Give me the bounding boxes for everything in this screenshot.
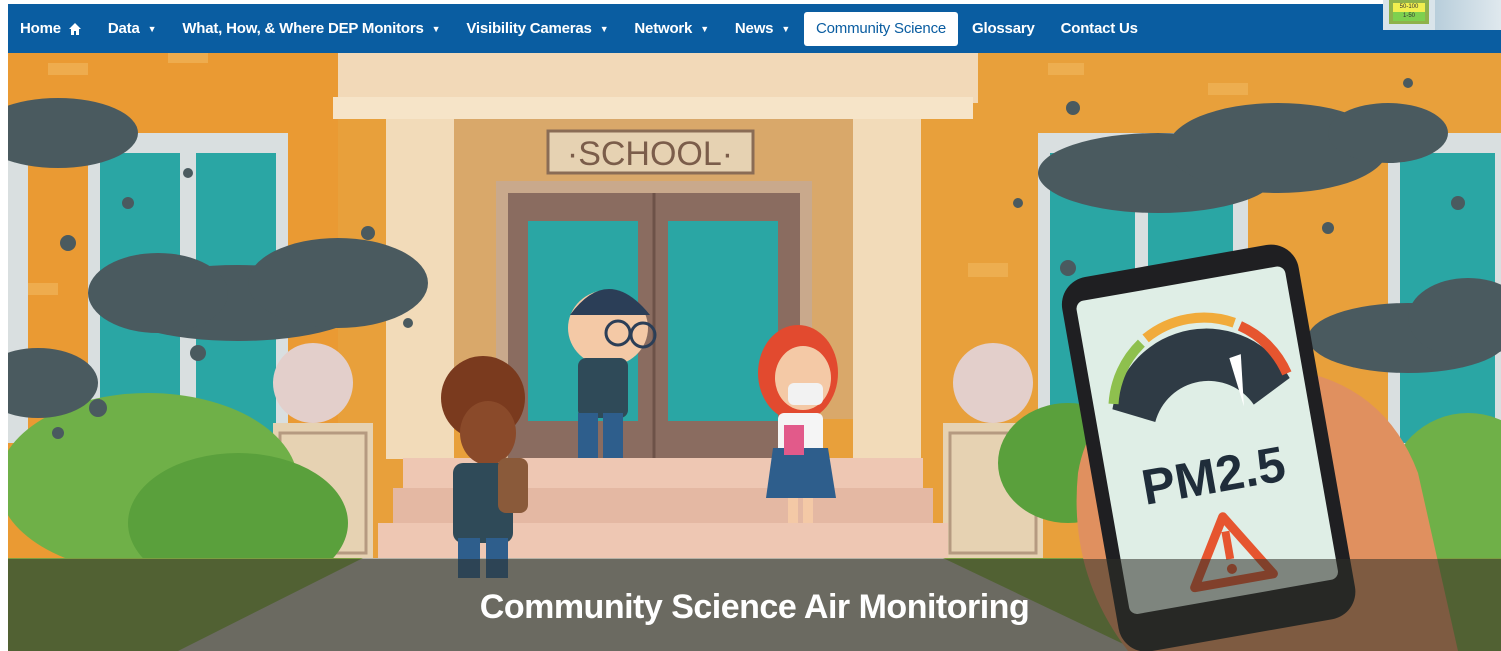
nav-menu: Home Data ▼ What, How, & Where DEP Monit… bbox=[8, 4, 1152, 53]
caret-down-icon: ▼ bbox=[147, 23, 157, 34]
caret-down-icon: ▼ bbox=[700, 23, 709, 34]
thumbnail-sky bbox=[1435, 0, 1501, 30]
nav-item-label: Contact Us bbox=[1060, 20, 1138, 37]
hero-caption-bar: Community Science Air Monitoring bbox=[8, 559, 1501, 651]
hero-title: Community Science Air Monitoring bbox=[479, 587, 1030, 626]
nav-item-news[interactable]: News ▼ bbox=[723, 12, 802, 46]
nav-item-home[interactable]: Home bbox=[8, 12, 94, 46]
nav-item-network[interactable]: Network ▼ bbox=[622, 12, 721, 46]
caret-down-icon: ▼ bbox=[599, 23, 609, 34]
nav-item-label: Community Science bbox=[816, 20, 947, 37]
nav-item-label: Visibility Cameras bbox=[466, 20, 592, 37]
nav-item-label: Glossary bbox=[972, 20, 1035, 37]
caret-down-icon: ▼ bbox=[781, 23, 791, 34]
nav-item-label: Network bbox=[634, 20, 693, 37]
school-sign-text: ·SCHOOL· bbox=[567, 135, 733, 173]
caret-down-icon: ▼ bbox=[431, 23, 441, 34]
nav-item-community-science[interactable]: Community Science bbox=[804, 11, 959, 46]
aqi-legend-thumbnail[interactable]: 50-100 1-50 bbox=[1383, 0, 1501, 30]
main-navigation: Home Data ▼ What, How, & Where DEP Monit… bbox=[8, 0, 1501, 53]
home-icon bbox=[68, 22, 81, 35]
nav-item-label: News bbox=[734, 20, 774, 37]
nav-item-visibility-cameras[interactable]: Visibility Cameras ▼ bbox=[454, 12, 620, 46]
nav-item-label: Data bbox=[107, 20, 140, 37]
nav-item-label: Home bbox=[20, 20, 61, 37]
nav-item-contact-us[interactable]: Contact Us bbox=[1049, 12, 1150, 46]
nav-item-what-how-where[interactable]: What, How, & Where DEP Monitors ▼ bbox=[170, 12, 452, 46]
nav-item-glossary[interactable]: Glossary bbox=[960, 12, 1047, 46]
nav-item-data[interactable]: Data ▼ bbox=[96, 12, 168, 46]
aqi-row-good: 1-50 bbox=[1393, 12, 1425, 21]
nav-item-label: What, How, & Where DEP Monitors bbox=[182, 20, 424, 37]
aqi-row-moderate: 50-100 bbox=[1393, 3, 1425, 12]
hero-banner: ·SCHOOL· PM2.5 Community Science Air Mon… bbox=[8, 53, 1501, 651]
